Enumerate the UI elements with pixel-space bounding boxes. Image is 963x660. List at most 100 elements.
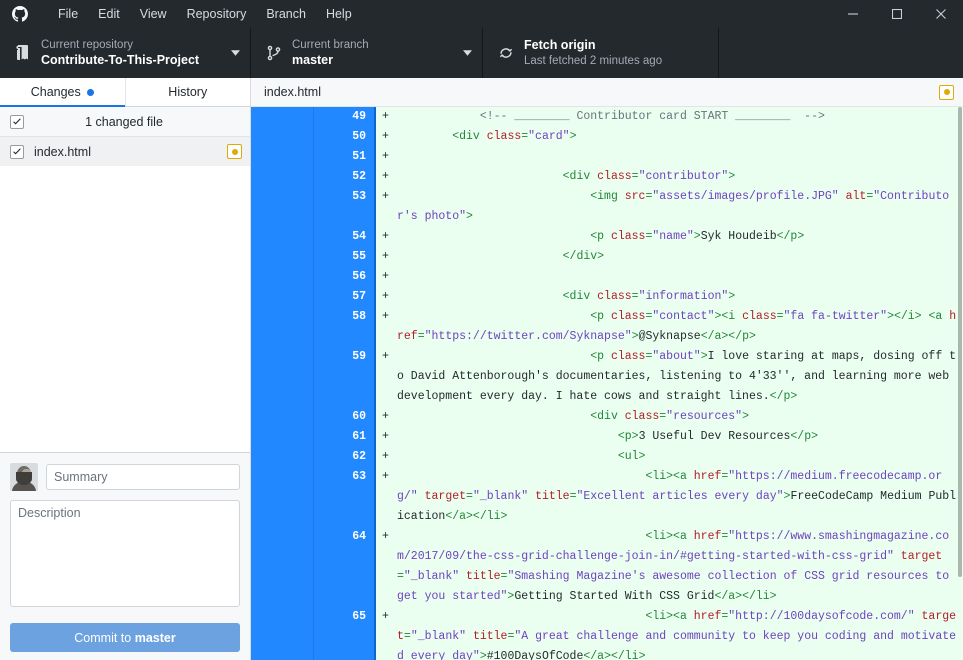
- diff-file-title: index.html: [264, 85, 939, 99]
- diff-old-line-number[interactable]: [251, 527, 313, 607]
- diff-old-line-number[interactable]: [251, 267, 313, 287]
- diff-new-line-number[interactable]: 58: [313, 307, 375, 347]
- app-body: Changes History 1 changed file: [0, 78, 963, 660]
- commit-summary-input[interactable]: [46, 464, 240, 490]
- menu-help[interactable]: Help: [316, 0, 362, 28]
- commit-form: Commit to master: [0, 452, 250, 660]
- diff-old-line-number[interactable]: [251, 187, 313, 227]
- diff-line-row[interactable]: 59+ <p class="about">I love staring at m…: [251, 347, 963, 407]
- diff-line-code: <div class="contributor">: [395, 167, 963, 187]
- diff-body[interactable]: 49+ <!-- ________ Contributor card START…: [251, 107, 963, 660]
- diff-new-line-number[interactable]: 53: [313, 187, 375, 227]
- diff-line-row[interactable]: 55+ </div>: [251, 247, 963, 267]
- diff-line-code: <img src="assets/images/profile.JPG" alt…: [395, 187, 963, 227]
- commit-to-branch-button[interactable]: Commit to master: [10, 623, 240, 652]
- diff-line-row[interactable]: 63+ <li><a href="https://medium.freecode…: [251, 467, 963, 527]
- file-include-checkbox[interactable]: [10, 145, 24, 159]
- diff-new-line-number[interactable]: 56: [313, 267, 375, 287]
- changes-indicator-dot-icon: [87, 89, 94, 96]
- diff-line-code: <div class="information">: [395, 287, 963, 307]
- toolbar-spacer: [719, 28, 963, 78]
- diff-line-row[interactable]: 57+ <div class="information">: [251, 287, 963, 307]
- github-mark-icon: [6, 6, 34, 22]
- diff-line-sign: +: [375, 167, 395, 187]
- menu-bar[interactable]: File Edit View Repository Branch Help: [48, 0, 362, 28]
- chevron-down-icon: [460, 50, 474, 56]
- diff-old-line-number[interactable]: [251, 607, 313, 660]
- diff-old-line-number[interactable]: [251, 447, 313, 467]
- diff-old-line-number[interactable]: [251, 427, 313, 447]
- diff-line-sign: +: [375, 607, 395, 660]
- diff-old-line-number[interactable]: [251, 147, 313, 167]
- diff-line-sign: +: [375, 427, 395, 447]
- fetch-origin-subtitle: Last fetched 2 minutes ago: [524, 53, 710, 69]
- diff-old-line-number[interactable]: [251, 307, 313, 347]
- diff-scrollbar[interactable]: [958, 107, 963, 660]
- diff-line-row[interactable]: 62+ <ul>: [251, 447, 963, 467]
- menu-file[interactable]: File: [48, 0, 88, 28]
- diff-old-line-number[interactable]: [251, 407, 313, 427]
- diff-new-line-number[interactable]: 63: [313, 467, 375, 527]
- diff-line-sign: +: [375, 187, 395, 227]
- diff-line-sign: +: [375, 347, 395, 407]
- diff-new-line-number[interactable]: 65: [313, 607, 375, 660]
- menu-repository[interactable]: Repository: [177, 0, 257, 28]
- diff-new-line-number[interactable]: 57: [313, 287, 375, 307]
- diff-line-row[interactable]: 56+: [251, 267, 963, 287]
- diff-new-line-number[interactable]: 60: [313, 407, 375, 427]
- diff-line-sign: +: [375, 227, 395, 247]
- diff-new-line-number[interactable]: 54: [313, 227, 375, 247]
- commit-summary-row: [10, 463, 240, 491]
- diff-line-row[interactable]: 58+ <p class="contact"><i class="fa fa-t…: [251, 307, 963, 347]
- list-item[interactable]: index.html: [0, 137, 250, 166]
- close-button[interactable]: [919, 0, 963, 28]
- diff-line-row[interactable]: 51+: [251, 147, 963, 167]
- current-repository-button[interactable]: Current repository Contribute-To-This-Pr…: [0, 28, 251, 78]
- menu-branch[interactable]: Branch: [256, 0, 316, 28]
- diff-line-row[interactable]: 64+ <li><a href="https://www.smashingmag…: [251, 527, 963, 607]
- minimize-button[interactable]: [831, 0, 875, 28]
- diff-line-code: </div>: [395, 247, 963, 267]
- diff-line-row[interactable]: 49+ <!-- ________ Contributor card START…: [251, 107, 963, 127]
- diff-scrollbar-thumb[interactable]: [958, 107, 962, 577]
- diff-new-line-number[interactable]: 55: [313, 247, 375, 267]
- diff-new-line-number[interactable]: 64: [313, 527, 375, 607]
- menu-edit[interactable]: Edit: [88, 0, 130, 28]
- diff-old-line-number[interactable]: [251, 287, 313, 307]
- commit-description-input[interactable]: [10, 500, 240, 607]
- diff-old-line-number[interactable]: [251, 227, 313, 247]
- fetch-origin-button[interactable]: Fetch origin Last fetched 2 minutes ago: [483, 28, 719, 78]
- diff-old-line-number[interactable]: [251, 127, 313, 147]
- current-repository-value: Contribute-To-This-Project: [41, 52, 228, 68]
- diff-new-line-number[interactable]: 49: [313, 107, 375, 127]
- diff-old-line-number[interactable]: [251, 107, 313, 127]
- diff-old-line-number[interactable]: [251, 347, 313, 407]
- diff-new-line-number[interactable]: 62: [313, 447, 375, 467]
- diff-new-line-number[interactable]: 59: [313, 347, 375, 407]
- changed-file-list: index.html: [0, 137, 250, 452]
- tab-history[interactable]: History: [126, 78, 251, 106]
- tab-changes[interactable]: Changes: [0, 78, 126, 106]
- current-repository-text: Current repository Contribute-To-This-Pr…: [34, 38, 228, 68]
- diff-line-row[interactable]: 50+ <div class="card">: [251, 127, 963, 147]
- diff-old-line-number[interactable]: [251, 247, 313, 267]
- diff-new-line-number[interactable]: 61: [313, 427, 375, 447]
- diff-new-line-number[interactable]: 52: [313, 167, 375, 187]
- diff-new-line-number[interactable]: 50: [313, 127, 375, 147]
- sidebar: Changes History 1 changed file: [0, 78, 251, 660]
- current-branch-button[interactable]: Current branch master: [251, 28, 483, 78]
- diff-old-line-number[interactable]: [251, 467, 313, 527]
- diff-line-row[interactable]: 52+ <div class="contributor">: [251, 167, 963, 187]
- diff-old-line-number[interactable]: [251, 167, 313, 187]
- maximize-button[interactable]: [875, 0, 919, 28]
- diff-line-row[interactable]: 61+ <p>3 Useful Dev Resources</p>: [251, 427, 963, 447]
- menu-view[interactable]: View: [130, 0, 177, 28]
- diff-line-row[interactable]: 53+ <img src="assets/images/profile.JPG"…: [251, 187, 963, 227]
- diff-line-code: <p>3 Useful Dev Resources</p>: [395, 427, 963, 447]
- diff-line-row[interactable]: 65+ <li><a href="http://100daysofcode.co…: [251, 607, 963, 660]
- diff-line-row[interactable]: 54+ <p class="name">Syk Houdeib</p>: [251, 227, 963, 247]
- diff-new-line-number[interactable]: 51: [313, 147, 375, 167]
- diff-rows: 49+ <!-- ________ Contributor card START…: [251, 107, 963, 660]
- diff-line-sign: +: [375, 467, 395, 527]
- diff-line-row[interactable]: 60+ <div class="resources">: [251, 407, 963, 427]
